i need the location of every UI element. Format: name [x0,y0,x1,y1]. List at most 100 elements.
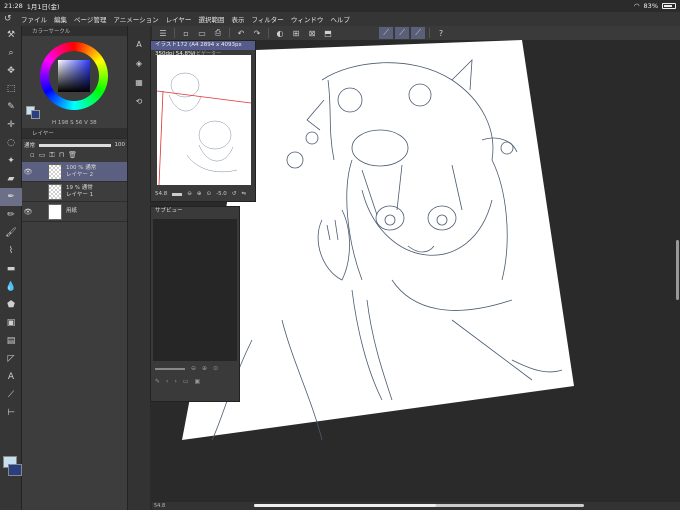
bottom-zoom[interactable]: 54.8 [154,503,165,509]
rotation-value[interactable]: -5.0 [216,191,227,197]
menu-filter[interactable]: フィルター [251,14,283,24]
eyedropper-icon[interactable]: ✎ [155,378,160,385]
subview-zoom-slider[interactable] [155,367,185,370]
frame-icon[interactable]: ◸ [0,350,22,368]
blend-icon[interactable]: 💧 [0,278,22,296]
open-file-icon[interactable]: ▭ [183,378,189,385]
menu-layer[interactable]: レイヤー [166,14,192,24]
sub-color-chip[interactable] [8,464,22,476]
layer-tab[interactable]: レイヤー [22,128,127,138]
next-icon[interactable]: › [174,378,176,385]
decoration-icon[interactable]: ▬ [0,260,22,278]
layer-icon-row: ▫ ▭ ⚿ ⊓ 🗑 [24,149,125,161]
open-icon[interactable]: ▭ [195,27,209,39]
navigator-preview[interactable] [157,55,251,185]
transform-icon[interactable]: ⊞ [289,27,303,39]
balloon-icon[interactable]: ⟋ [0,386,22,404]
stroke-icon[interactable]: ⟋ [379,27,393,39]
ruler-icon[interactable]: ⊢ [0,404,22,422]
material-icon[interactable]: ▦ [128,78,150,87]
new-icon[interactable]: ▫ [179,27,193,39]
zoom-in-icon[interactable]: ⊕ [202,365,207,372]
wrench-icon[interactable]: ⚒ [0,26,22,44]
gradient-icon[interactable]: ▣ [0,314,22,332]
left-panel: カラーサークル H 198 S 56 V 38 レイヤー 通常 100 ▫ ▭ … [22,26,128,510]
figure-icon[interactable]: ▤ [0,332,22,350]
zoom-in-icon[interactable]: ⊕ [197,191,202,197]
new-layer-icon[interactable]: ▫ [30,151,35,159]
delete-icon[interactable]: ▣ [195,378,201,385]
color-chips[interactable] [26,106,40,119]
delete-layer-icon[interactable]: 🗑 [68,151,77,159]
zoom-value[interactable]: 54.8 [155,191,167,197]
prev-icon[interactable]: ‹ [166,378,168,385]
fit-icon[interactable]: ⊙ [206,191,211,197]
layer-row-paper[interactable]: 👁 用紙 [22,202,127,222]
menu-animation[interactable]: アニメーション [113,14,158,24]
fit-icon[interactable]: ⊙ [213,365,218,372]
layer-row-2[interactable]: 👁 100 % 通常 レイヤー 2 [22,162,127,182]
zoom-slider[interactable] [172,192,183,196]
help-icon[interactable]: ? [434,27,448,39]
menu-selection[interactable]: 選択範囲 [198,14,224,24]
lasso-icon[interactable]: ◌ [0,134,22,152]
folder-icon[interactable]: ▭ [39,151,46,159]
command-bar: ☰ ▫ ▭ ⎙ ↶ ↷ ◐ ⊞ ⊠ ⬒ ⟋ ⟋ ⟋ ? [152,26,680,40]
layer-ops-icon[interactable]: ⬒ [321,27,335,39]
history-icon[interactable]: ⟲ [128,97,150,106]
text-tool-icon[interactable]: A [128,40,150,49]
redo-icon[interactable]: ↷ [250,27,264,39]
blend-mode-select[interactable]: 通常 [24,141,35,149]
zoom-out-icon[interactable]: ⊖ [191,365,196,372]
airbrush-icon[interactable]: ⌇ [0,242,22,260]
status-bar: 21:28 1月1日(金) ◠ 83% [0,0,680,12]
eye-icon[interactable]: 👁 [22,168,34,176]
menu-help[interactable]: ヘルプ [330,14,350,24]
brush-icon[interactable]: 🖌 [0,224,22,242]
saturation-value-square[interactable] [58,60,90,92]
text-icon[interactable]: A [0,368,22,386]
color-circle-tab[interactable]: カラーサークル [22,26,127,36]
zoom-icon[interactable]: ⌕ [0,44,22,62]
opacity-slider[interactable] [39,143,111,147]
horizontal-scrollbar[interactable] [254,504,584,507]
flip-icon[interactable]: ⇋ [241,191,246,197]
app-logo-icon[interactable]: ↺ [4,14,14,24]
magic-wand-icon[interactable]: ✦ [0,152,22,170]
clip-icon[interactable]: ⊓ [59,151,64,159]
clear-icon[interactable]: ⊠ [305,27,319,39]
fill-icon[interactable]: ⬟ [0,296,22,314]
menu-page[interactable]: ページ管理 [74,14,106,24]
layer-row-1[interactable]: 19 % 通常 レイヤー 1 [22,182,127,202]
layer-name: 用紙 [66,208,78,214]
lock-icon[interactable]: ⚿ [49,151,54,160]
battery-icon [662,3,676,9]
undo-icon[interactable]: ↶ [234,27,248,39]
layer-opacity: 100 % [66,164,84,171]
subview-body[interactable] [153,219,237,361]
transform-icon[interactable]: ✛ [0,116,22,134]
pen-icon[interactable]: ✒ [0,188,22,206]
pencil-icon[interactable]: ✏ [0,206,22,224]
menu-window[interactable]: ウィンドウ [291,14,324,24]
select-icon[interactable]: ⬚ [0,80,22,98]
move-icon[interactable]: ✥ [0,62,22,80]
menu-view[interactable]: 表示 [231,14,244,24]
stroke-icon-3[interactable]: ⟋ [411,27,425,39]
menu-file[interactable]: ファイル [21,14,47,24]
rotate-icon[interactable]: ↺ [232,191,237,197]
opacity-value[interactable]: 100 [115,142,126,148]
eraser-icon[interactable]: ▰ [0,170,22,188]
stroke-icon-2[interactable]: ⟋ [395,27,409,39]
bottom-bar: 54.8 [152,502,680,510]
eyedropper-icon[interactable]: ✎ [0,98,22,116]
layer-name: レイヤー 2 [66,171,94,178]
menu-icon[interactable]: ☰ [156,27,170,39]
vertical-scrollbar[interactable] [676,240,679,300]
menu-edit[interactable]: 編集 [54,14,67,24]
sub-tool-icon[interactable]: ◈ [128,59,150,68]
eye-icon[interactable]: 👁 [22,208,34,216]
zoom-out-icon[interactable]: ⊖ [187,191,192,197]
save-icon[interactable]: ⎙ [211,27,225,39]
fill-icon[interactable]: ◐ [273,27,287,39]
